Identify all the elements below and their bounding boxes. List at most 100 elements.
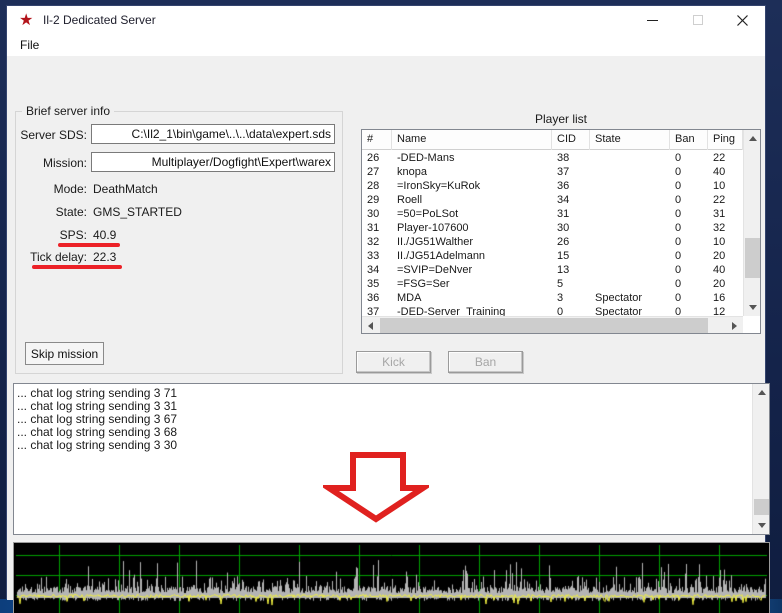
- table-cell: knopa: [397, 166, 427, 178]
- kick-button[interactable]: Kick: [356, 351, 431, 373]
- table-cell: 0: [675, 236, 682, 248]
- table-cell: 20: [713, 278, 726, 290]
- table-cell: Player-107600: [397, 222, 469, 234]
- table-cell: =IronSky=KuRok: [397, 180, 481, 192]
- table-cell: 35: [367, 278, 380, 290]
- table-cell: 30: [557, 222, 570, 234]
- table-cell: [590, 207, 670, 221]
- server-sds-label: Server SDS:: [20, 128, 87, 142]
- state-value: GMS_STARTED: [93, 205, 182, 219]
- table-row[interactable]: 26 -DED-Mans 38 0 22: [362, 151, 743, 165]
- table-cell: [590, 235, 670, 249]
- vertical-scroll-thumb[interactable]: [754, 499, 769, 515]
- minimize-icon: [647, 19, 658, 21]
- table-row[interactable]: 36 MDA 3 Spectator 0 16: [362, 291, 743, 305]
- column-header-name[interactable]: Name: [392, 130, 552, 150]
- close-button[interactable]: [720, 6, 765, 34]
- red-arrow-annotation: [323, 452, 429, 523]
- table-row[interactable]: 27 knopa 37 0 40: [362, 165, 743, 179]
- table-cell: 26: [367, 152, 380, 164]
- menu-file[interactable]: File: [15, 37, 44, 53]
- minimize-button[interactable]: [630, 6, 675, 34]
- table-cell: 15: [557, 250, 570, 262]
- table-cell: [590, 151, 670, 165]
- sps-red-underline-annotation: [58, 243, 120, 247]
- table-cell: 31: [557, 208, 570, 220]
- table-cell: 0: [675, 166, 682, 178]
- table-cell: 0: [675, 250, 682, 262]
- table-cell: 40: [713, 264, 726, 276]
- maximize-button[interactable]: [675, 6, 720, 34]
- table-row[interactable]: 33 II./JG51Adelmann 15 0 20: [362, 249, 743, 263]
- horizontal-scroll-thumb[interactable]: [380, 318, 708, 333]
- player-list-title: Player list: [534, 112, 587, 126]
- table-cell: [590, 165, 670, 179]
- skip-mission-button[interactable]: Skip mission: [25, 342, 104, 365]
- table-row[interactable]: 29 Roell 34 0 22: [362, 193, 743, 207]
- table-cell: 13: [557, 264, 570, 276]
- table-cell: =SVIP=DeNver: [397, 264, 473, 276]
- table-row[interactable]: 30 =50=PoLSot 31 0 31: [362, 207, 743, 221]
- column-header-state[interactable]: State: [590, 130, 670, 150]
- app-star-icon: ★: [19, 12, 34, 29]
- column-header-ban[interactable]: Ban: [670, 130, 708, 150]
- table-cell: [590, 277, 670, 291]
- performance-graph: [13, 542, 770, 613]
- table-cell: 37: [557, 166, 570, 178]
- column-header-[interactable]: #: [362, 130, 392, 150]
- scroll-right-icon[interactable]: [726, 317, 743, 334]
- column-header-cid[interactable]: CID: [552, 130, 590, 150]
- table-cell: 27: [367, 166, 380, 178]
- table-cell: 3: [557, 292, 564, 304]
- table-cell: 31: [367, 222, 380, 234]
- table-cell: 0: [675, 208, 682, 220]
- scroll-up-icon[interactable]: [744, 130, 761, 147]
- chat-vertical-scrollbar[interactable]: [752, 384, 769, 534]
- mode-label: Mode:: [53, 182, 87, 196]
- table-cell: 20: [713, 250, 726, 262]
- table-cell: 29: [367, 194, 380, 206]
- table-row[interactable]: 35 =FSG=Ser 5 0 20: [362, 277, 743, 291]
- table-cell: 32: [367, 236, 380, 248]
- table-cell: =FSG=Ser: [397, 278, 450, 290]
- table-row[interactable]: 32 II./JG51Walther 26 0 10: [362, 235, 743, 249]
- table-cell: 10: [713, 180, 726, 192]
- table-row[interactable]: 34 =SVIP=DeNver 13 0 40: [362, 263, 743, 277]
- player-table-body: 26 -DED-Mans 38 0 22 27 knopa 37 0 40 28 =IronSky=K…: [362, 151, 743, 319]
- group-label: Brief server info: [22, 104, 115, 118]
- state-label: State:: [55, 205, 87, 219]
- table-cell: -DED-Mans: [397, 152, 455, 164]
- scroll-up-icon[interactable]: [753, 384, 770, 401]
- scroll-left-icon[interactable]: [362, 317, 379, 334]
- table-cell: 0: [675, 292, 682, 304]
- table-cell: MDA: [397, 292, 422, 304]
- chat-lines: ... chat log string sending 3 71... chat…: [17, 387, 749, 452]
- mission-input[interactable]: Multiplayer/Dogfight\Expert\warex: [91, 152, 335, 172]
- player-table-vertical-scrollbar[interactable]: [743, 130, 760, 316]
- client-area: Brief server info Server SDS: C:\Il2_1\b…: [7, 56, 770, 613]
- table-cell: [590, 249, 670, 263]
- scroll-down-icon[interactable]: [744, 299, 761, 316]
- table-cell: 40: [713, 166, 726, 178]
- server-sds-input[interactable]: C:\Il2_1\bin\game\..\..\data\expert.sds: [91, 124, 335, 144]
- performance-graph-canvas: [14, 543, 769, 613]
- table-cell: 31: [713, 208, 726, 220]
- column-header-ping[interactable]: Ping: [708, 130, 743, 150]
- table-cell: 36: [557, 180, 570, 192]
- player-table-horizontal-scrollbar[interactable]: [362, 316, 743, 333]
- table-cell: 0: [675, 264, 682, 276]
- tick-delay-label: Tick delay:: [30, 250, 87, 264]
- titlebar[interactable]: ★ Il-2 Dedicated Server: [7, 6, 765, 34]
- window-title: Il-2 Dedicated Server: [43, 13, 156, 27]
- scroll-down-icon[interactable]: [753, 517, 770, 534]
- table-row[interactable]: 31 Player-107600 30 0 32: [362, 221, 743, 235]
- close-icon: [737, 14, 748, 26]
- sps-value: 40.9: [93, 228, 117, 242]
- table-row[interactable]: 28 =IronSky=KuRok 36 0 10: [362, 179, 743, 193]
- ban-button[interactable]: Ban: [448, 351, 523, 373]
- table-cell: II./JG51Adelmann: [397, 250, 486, 262]
- table-cell: 28: [367, 180, 380, 192]
- vertical-scroll-thumb[interactable]: [745, 238, 760, 278]
- table-cell: Spectator: [595, 292, 643, 304]
- table-cell: 34: [367, 264, 380, 276]
